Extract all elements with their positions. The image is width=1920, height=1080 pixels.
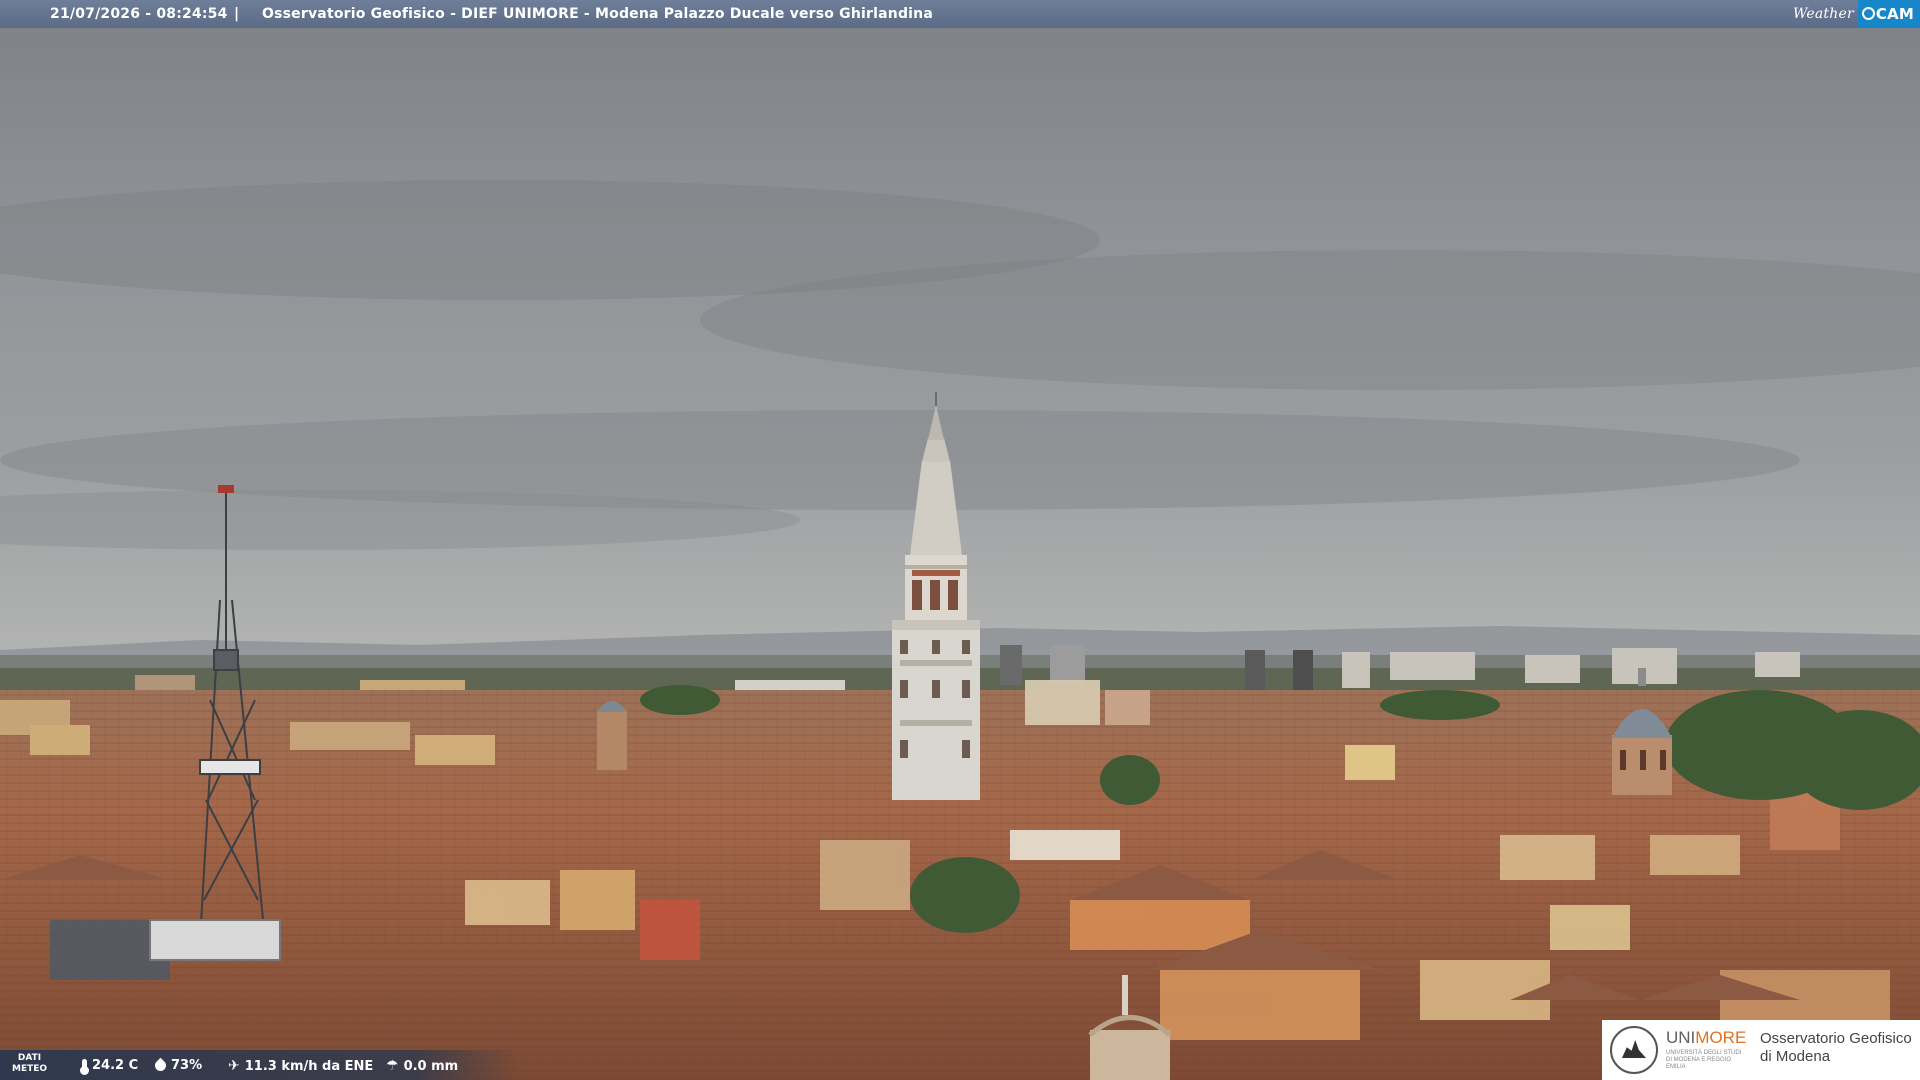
city-skyline-scene	[0, 0, 1920, 1080]
wind-icon: ✈	[228, 1058, 240, 1074]
brand-weather-text: Weather	[1792, 6, 1854, 22]
observatory-name: Osservatorio Geofisico di Modena	[1760, 1030, 1912, 1065]
weather-data-bar: DATI METEO 24.2 C 73% ✈ 11.3 km/h da ENE…	[0, 1050, 520, 1080]
temperature-reading: 24.2 C	[80, 1058, 138, 1075]
unimore-wordmark: UNIMORE	[1666, 1028, 1747, 1047]
university-fullname: UNIVERSITÀ DEGLI STUDI DI MODENA E REGGI…	[1666, 1050, 1742, 1070]
timestamp: 21/07/2026 - 08:24:54	[50, 6, 228, 22]
brand-cam-text: CAM	[1857, 0, 1920, 28]
caption-separator: |	[234, 6, 240, 22]
camera-lens-icon	[1861, 7, 1875, 20]
wind-reading: ✈ 11.3 km/h da ENE	[228, 1058, 374, 1074]
unimore-logo: UNIMORE UNIVERSITÀ DEGLI STUDI DI MODENA…	[1602, 1020, 1920, 1080]
rain-reading: ☂ 0.0 mm	[386, 1058, 459, 1074]
camera-caption: Osservatorio Geofisico - DIEF UNIMORE - …	[262, 6, 933, 22]
small-bell-tower	[597, 701, 627, 770]
caption-bar: 21/07/2026 - 08:24:54 | Osservatorio Geo…	[0, 0, 1920, 28]
weathercam-logo: Weather CAM	[1793, 0, 1920, 28]
humidity-reading: 73%	[152, 1057, 202, 1074]
webcam-image: 21/07/2026 - 08:24:54 | Osservatorio Geo…	[0, 0, 1920, 1080]
meteo-label: DATI METEO	[12, 1053, 48, 1074]
university-seal-icon	[1610, 1026, 1658, 1074]
droplet-icon	[152, 1057, 169, 1074]
thermometer-icon	[80, 1059, 89, 1075]
rain-icon: ☂	[386, 1058, 399, 1074]
